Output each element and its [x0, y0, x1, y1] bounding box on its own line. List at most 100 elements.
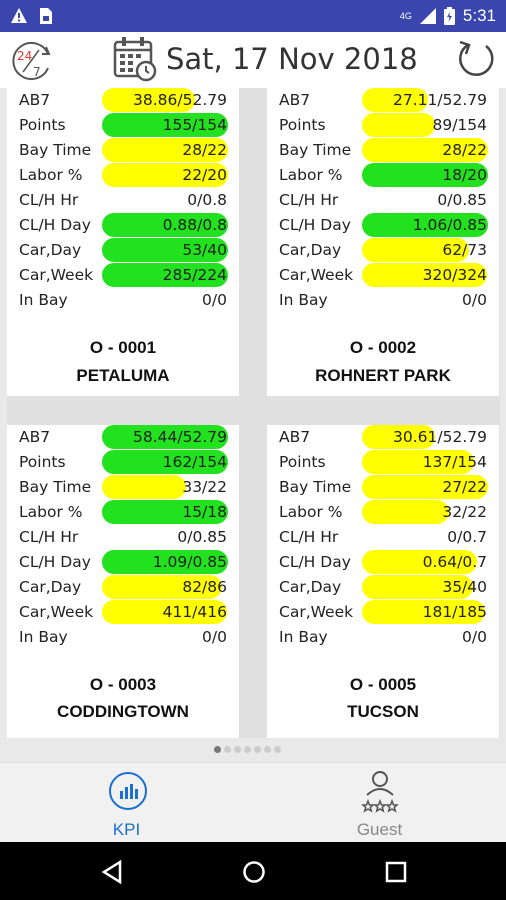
kpi-row: Points 137/154 — [267, 450, 499, 475]
kpi-value: 53/40 — [182, 241, 227, 259]
kpi-row: Bay Time 28/22 — [7, 138, 239, 163]
recents-icon[interactable] — [385, 861, 407, 883]
calendar-icon[interactable] — [112, 36, 158, 82]
kpi-label: CL/H Hr — [19, 191, 79, 209]
tab-guest[interactable]: Guest — [253, 763, 506, 843]
kpi-row: Labor % 32/22 — [267, 500, 499, 525]
store-code: O - 0002 — [349, 338, 417, 357]
kpi-value: 35/40 — [442, 578, 487, 596]
kpi-label: CL/H Hr — [19, 528, 79, 546]
kpi-row: Bay Time 28/22 — [267, 138, 499, 163]
kpi-row: Bay Time 27/22 — [267, 475, 499, 500]
tab-kpi[interactable]: KPI — [0, 763, 253, 843]
kpi-label: In Bay — [279, 628, 328, 646]
kpi-value: 27/22 — [442, 478, 487, 496]
kpi-label: AB7 — [19, 91, 51, 109]
page-dot[interactable] — [244, 746, 251, 753]
app-bar: 24 7 Sat, 17 Nov 2018 — [0, 32, 506, 88]
24-7-icon[interactable]: 247 — [8, 38, 54, 84]
kpi-row: CL/H Hr 0/0.85 — [7, 525, 239, 550]
date-title[interactable]: Sat, 17 Nov 2018 — [166, 42, 418, 76]
kpi-label: CL/H Day — [279, 216, 351, 234]
kpi-row: AB7 30.61/52.79 — [267, 425, 499, 450]
store-card[interactable]: AB7 30.61/52.79 Points 137/154 Bay Time 27/22… — [267, 425, 499, 738]
kpi-row: Labor % 18/20 — [267, 163, 499, 188]
kpi-label: Labor % — [279, 166, 343, 184]
kpi-value: 62/73 — [442, 241, 487, 259]
kpi-row: AB7 38.86/52.79 — [7, 88, 239, 113]
kpi-label: Bay Time — [19, 141, 92, 159]
warning-icon — [11, 8, 27, 23]
kpi-row: In Bay 0/0 — [7, 288, 239, 313]
svg-text:24: 24 — [17, 49, 32, 63]
page-dot[interactable] — [224, 746, 231, 753]
kpi-row: Labor % 15/18 — [7, 500, 239, 525]
page-dot[interactable] — [274, 746, 281, 753]
kpi-value: 38.86/52.79 — [133, 91, 227, 109]
kpi-row: Bay Time 33/22 — [7, 475, 239, 500]
kpi-label: Points — [19, 453, 66, 471]
page-dot[interactable] — [234, 746, 241, 753]
refresh-icon[interactable] — [456, 38, 498, 80]
kpi-row: Car,Day 35/40 — [267, 575, 499, 600]
bottom-tab-bar: KPI Guest — [0, 762, 506, 842]
kpi-label: Labor % — [279, 503, 343, 521]
tab-kpi-label: KPI — [112, 820, 141, 839]
kpi-row: Car,Week 285/224 — [7, 263, 239, 288]
kpi-row: AB7 27.11/52.79 — [267, 88, 499, 113]
page-indicator — [214, 746, 281, 753]
kpi-value: 82/86 — [182, 578, 227, 596]
kpi-label: CL/H Day — [19, 553, 91, 571]
kpi-row: Points 155/154 — [7, 113, 239, 138]
kpi-label: CL/H Hr — [279, 528, 339, 546]
kpi-label: CL/H Day — [279, 553, 351, 571]
kpi-value: 285/224 — [162, 266, 227, 284]
kpi-value: 0/0.85 — [177, 528, 227, 546]
kpi-value: 181/185 — [422, 603, 487, 621]
clock: 5:31 — [462, 6, 496, 25]
kpi-row: Car,Day 82/86 — [7, 575, 239, 600]
store-card[interactable]: AB7 27.11/52.79 Points 89/154 Bay Time 28/22 L… — [267, 88, 499, 396]
home-icon[interactable] — [242, 860, 266, 884]
page-dot[interactable] — [254, 746, 261, 753]
kpi-value: 32/22 — [442, 503, 487, 521]
page-dot[interactable] — [264, 746, 271, 753]
svg-text:7: 7 — [33, 65, 41, 79]
network-type: 4G — [399, 11, 412, 21]
kpi-value: 1.09/0.85 — [152, 553, 227, 571]
kpi-value: 137/154 — [422, 453, 487, 471]
store-code: O - 0003 — [89, 675, 157, 694]
kpi-value: 0.64/0.7 — [422, 553, 487, 571]
battery-icon — [443, 7, 455, 25]
kpi-row: AB7 58.44/52.79 — [7, 425, 239, 450]
kpi-fill-bar — [362, 500, 449, 524]
kpi-value: 0/0 — [462, 628, 487, 646]
kpi-value: 15/18 — [182, 503, 227, 521]
system-nav-bar — [0, 842, 506, 900]
store-name: PETALUMA — [76, 366, 170, 385]
kpi-value: 28/22 — [182, 141, 227, 159]
kpi-value: 89/154 — [432, 116, 487, 134]
kpi-value: 0.88/0.8 — [162, 216, 227, 234]
back-icon[interactable] — [100, 860, 124, 884]
kpi-value: 1.06/0.85 — [412, 216, 487, 234]
kpi-value: 320/324 — [422, 266, 487, 284]
kpi-label: Car,Week — [279, 266, 354, 284]
kpi-value: 411/416 — [162, 603, 227, 621]
kpi-row: Car,Week 411/416 — [7, 600, 239, 625]
kpi-value: 0/0 — [202, 291, 227, 309]
kpi-value: 30.61/52.79 — [393, 428, 487, 446]
store-card[interactable]: AB7 38.86/52.79 Points 155/154 Bay Time 28/22… — [7, 88, 239, 396]
store-card[interactable]: AB7 58.44/52.79 Points 162/154 Bay Time 33/22… — [7, 425, 239, 738]
kpi-row: CL/H Hr 0/0.7 — [267, 525, 499, 550]
kpi-label: In Bay — [279, 291, 328, 309]
kpi-row: In Bay 0/0 — [267, 625, 499, 650]
page-dot[interactable] — [214, 746, 221, 753]
kpi-row: Car,Week 181/185 — [267, 600, 499, 625]
sim-card-icon — [40, 8, 52, 24]
kpi-value: 0/0 — [202, 628, 227, 646]
kpi-label: In Bay — [19, 291, 68, 309]
kpi-row: Car,Week 320/324 — [267, 263, 499, 288]
kpi-label: Car,Day — [279, 578, 342, 596]
kpi-fill-bar — [102, 475, 187, 499]
